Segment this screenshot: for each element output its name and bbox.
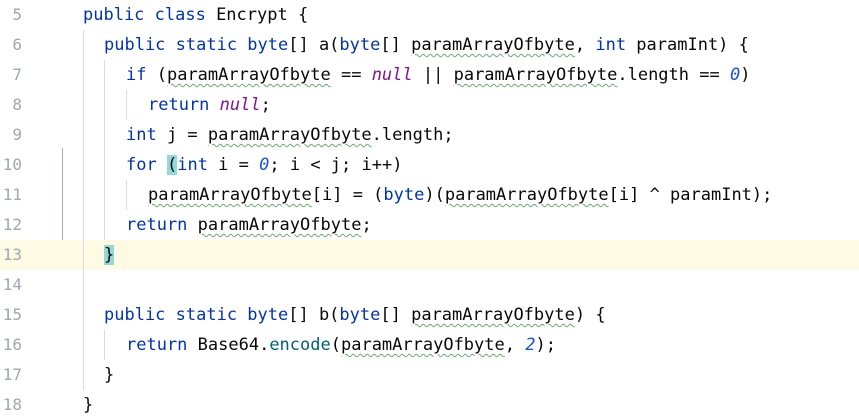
line-content[interactable]: } [83,390,93,420]
line-number: 5 [12,5,22,24]
indent-guide [126,90,127,120]
code-line[interactable]: 18 } [0,390,859,420]
line-number: 11 [2,185,22,204]
indent-guide [104,330,105,360]
code-line[interactable]: 5 public class Encrypt { [0,0,859,30]
code-editor[interactable]: 5 public class Encrypt { 6 public static… [0,0,859,415]
code-line[interactable]: 16 return Base64.encode(paramArrayOfbyte… [0,330,859,360]
line-content[interactable]: public class Encrypt { [83,0,308,30]
line-content[interactable]: for (int i = 0; i < j; i++) [126,150,402,180]
indent-guide [83,180,84,210]
line-content[interactable]: return paramArrayOfbyte; [126,210,372,240]
code-line[interactable]: 11 paramArrayOfbyte[i] = (byte)(paramArr… [0,180,859,210]
line-number: 14 [2,275,22,294]
line-content[interactable]: } [104,240,115,270]
line-content[interactable]: return null; [148,90,271,120]
line-content[interactable]: public static byte[] a(byte[] paramArray… [104,30,749,60]
line-number: 9 [12,125,22,144]
line-number: 6 [12,35,22,54]
indent-guide [83,30,84,60]
indent-guide [104,120,105,150]
indent-guide [83,270,84,300]
indent-guide [83,240,84,270]
code-line[interactable]: 14 [0,270,859,300]
indent-guide [83,120,84,150]
indent-guide [83,150,84,180]
indent-guide [83,60,84,90]
indent-guide [104,60,105,90]
line-number: 10 [2,155,22,174]
indent-guide [83,210,84,240]
code-line[interactable]: 15 public static byte[] b(byte[] paramAr… [0,300,859,330]
matched-brace: } [104,245,115,265]
line-content[interactable]: public static byte[] b(byte[] paramArray… [104,300,606,330]
indent-guide [83,360,84,390]
indent-guide [83,330,84,360]
indent-guide [104,180,105,210]
line-number: 13 [2,245,22,264]
code-line[interactable]: 8 return null; [0,90,859,120]
code-line[interactable]: 9 int j = paramArrayOfbyte.length; [0,120,859,150]
line-number: 18 [2,395,22,414]
code-line[interactable]: 17 } [0,360,859,390]
line-content[interactable]: int j = paramArrayOfbyte.length; [126,120,454,150]
indent-guide [83,300,84,330]
code-line[interactable]: 10 for (int i = 0; i < j; i++) [0,150,859,180]
line-number: 16 [2,335,22,354]
indent-guide [126,180,127,210]
line-number: 17 [2,365,22,384]
current-code-line[interactable]: 13 } [0,240,859,270]
indent-guide [83,90,84,120]
line-number: 7 [12,65,22,84]
line-content[interactable]: paramArrayOfbyte[i] = (byte)(paramArrayO… [148,180,772,210]
line-number: 15 [2,305,22,324]
line-number: 12 [2,215,22,234]
indent-guide [104,210,105,240]
code-line[interactable]: 6 public static byte[] a(byte[] paramArr… [0,30,859,60]
indent-guide [104,150,105,180]
code-line[interactable]: 12 return paramArrayOfbyte; [0,210,859,240]
line-content[interactable]: } [104,360,114,390]
line-content[interactable]: return Base64.encode(paramArrayOfbyte, 2… [126,330,556,360]
line-number: 8 [12,95,22,114]
indent-guide [104,90,105,120]
code-line[interactable]: 7 if (paramArrayOfbyte == null || paramA… [0,60,859,90]
line-content[interactable]: if (paramArrayOfbyte == null || paramArr… [126,60,750,90]
